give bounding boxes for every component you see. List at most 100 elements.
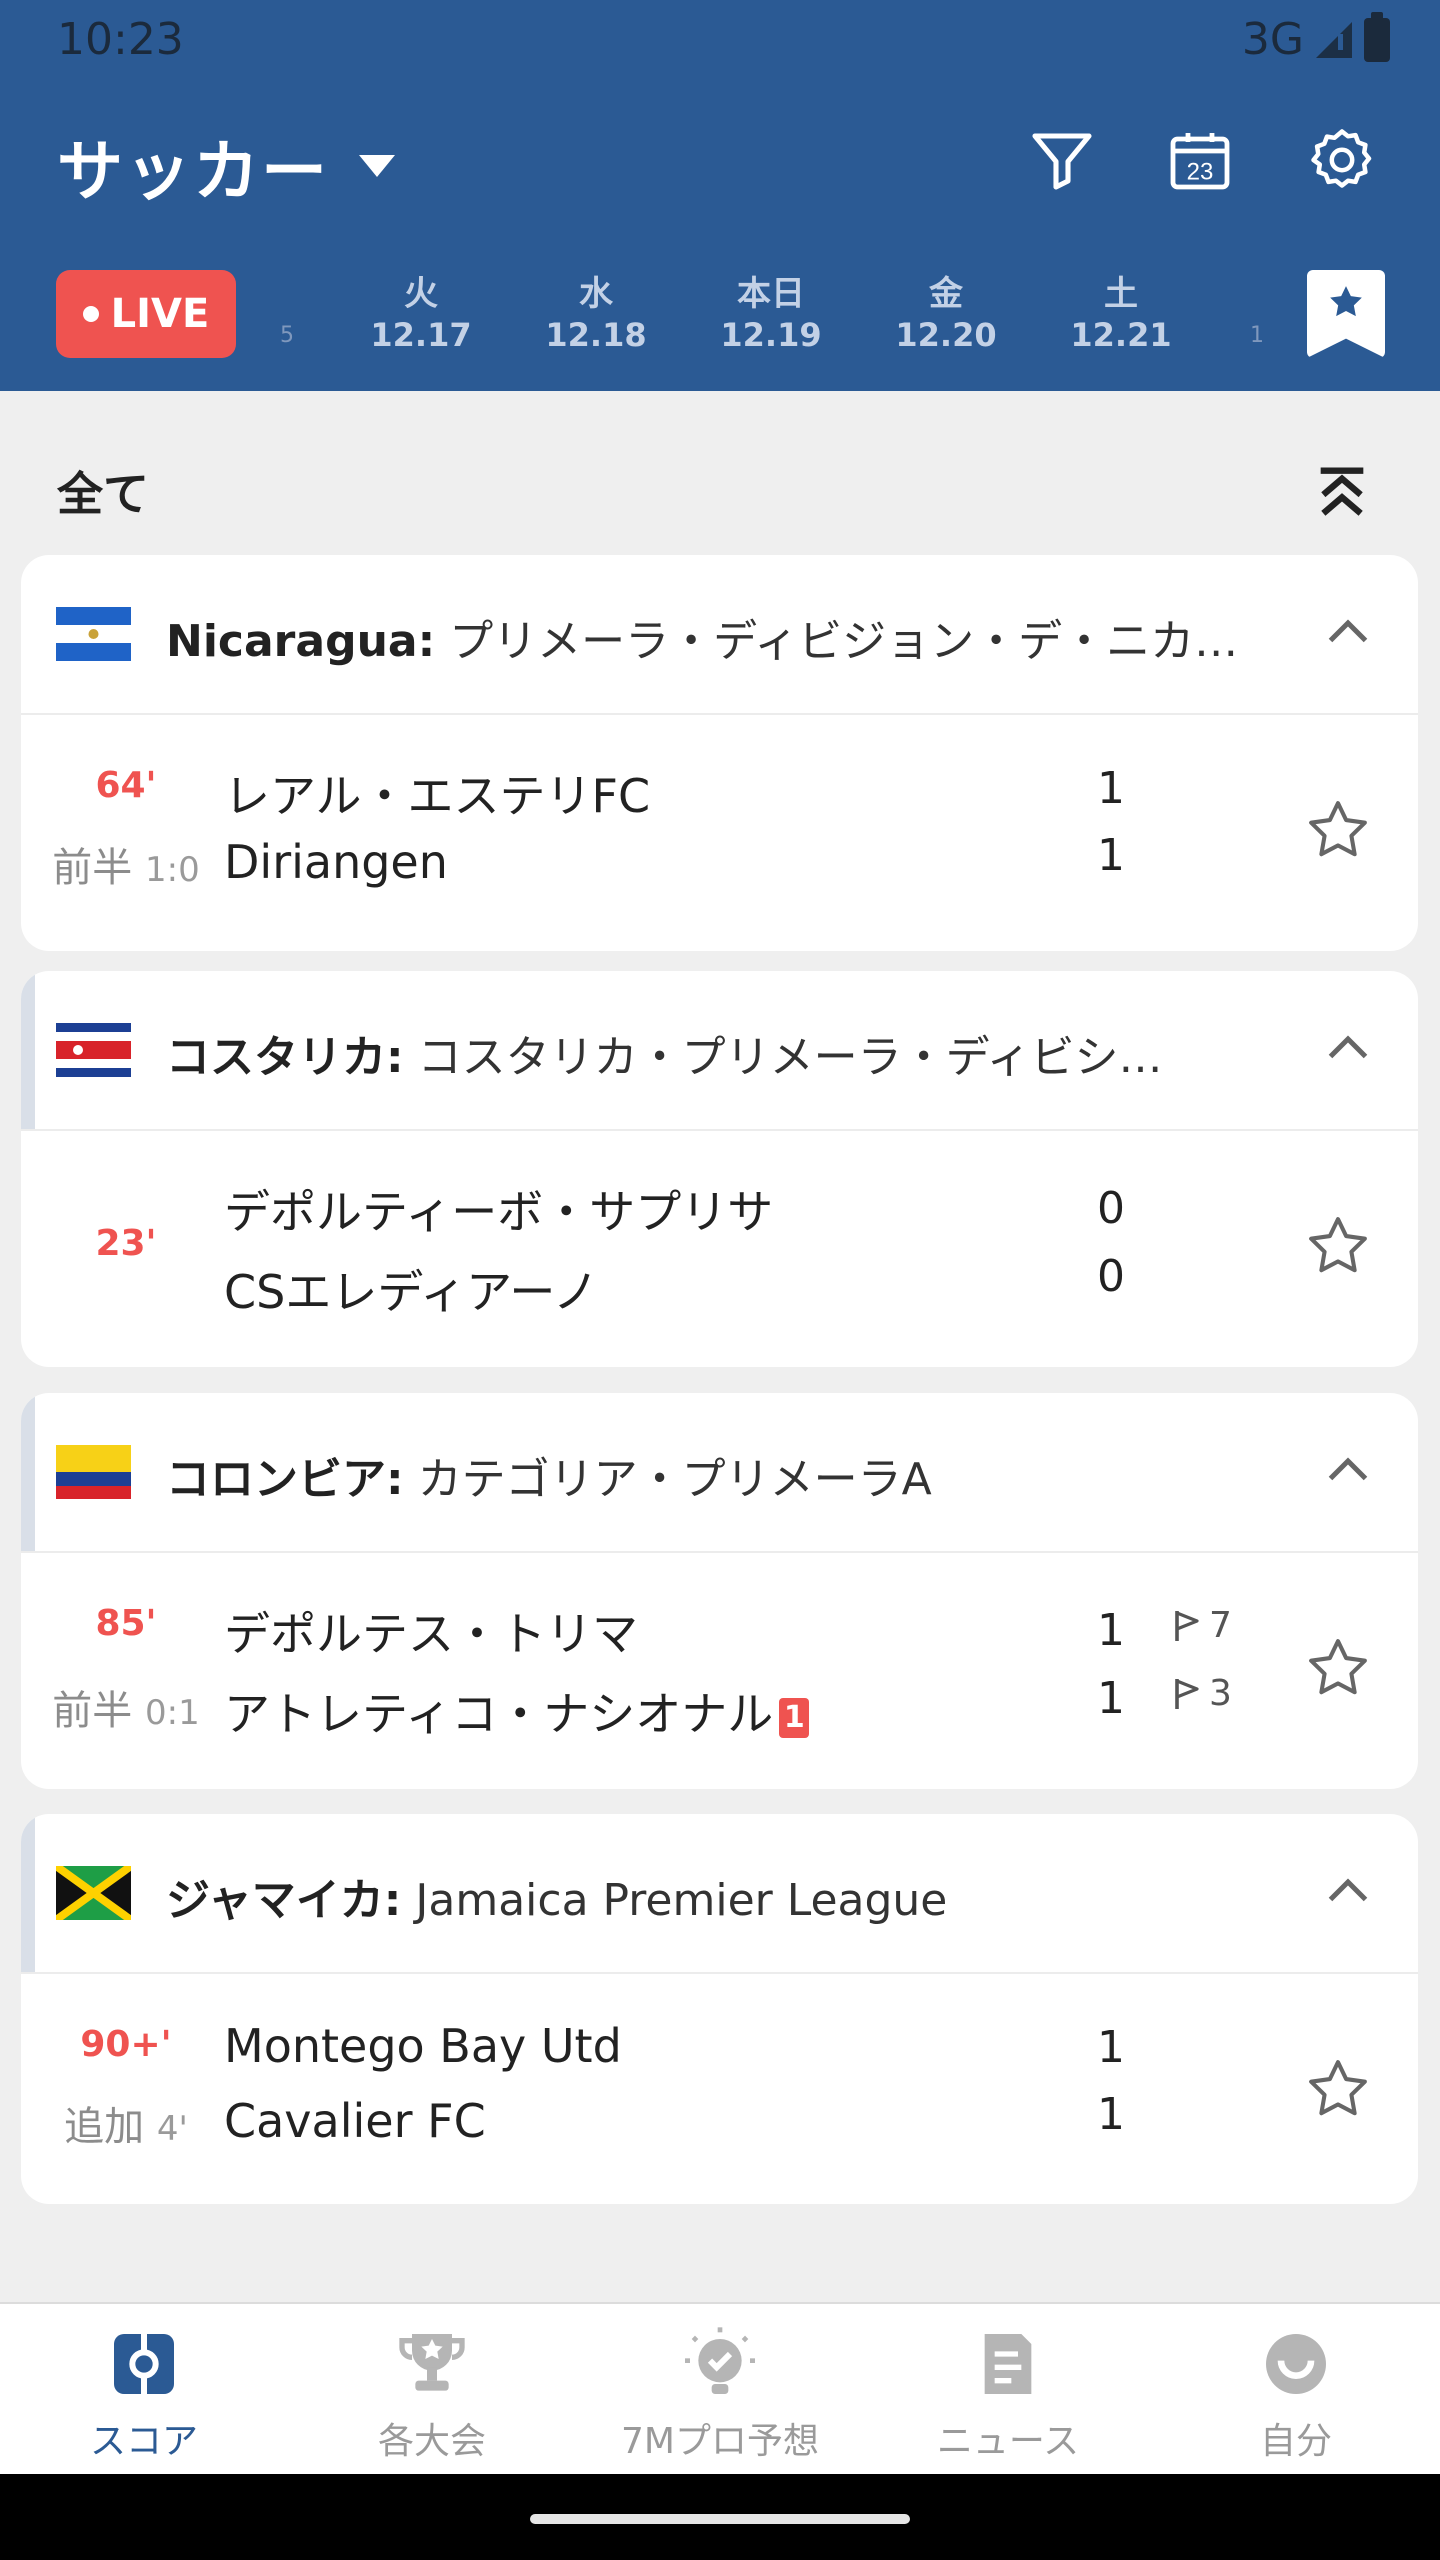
league-name: プリメーラ・ディビジョン・デ・ニカ…: [449, 616, 1239, 667]
prediction-icon: [685, 2327, 755, 2394]
match-period: 前半 0:1: [21, 1678, 231, 1736]
network-type: 3G: [1241, 14, 1304, 65]
date-tab-edge-left: 5: [280, 323, 294, 348]
date-tab-date: 12.17: [370, 316, 472, 354]
home-corner-count: 7: [1209, 1605, 1232, 1646]
home-indicator[interactable]: [530, 2514, 910, 2524]
home-team: Montego Bay Utd: [224, 2019, 622, 2073]
favorite-star-icon[interactable]: [1303, 1211, 1373, 1281]
nav-label: 7Mプロ予想: [621, 2421, 819, 2462]
chevron-up-icon[interactable]: [1318, 1019, 1378, 1079]
period-label: 前半: [52, 1688, 133, 1734]
chevron-up-icon[interactable]: [1318, 603, 1378, 663]
favorite-star-icon[interactable]: [1303, 795, 1373, 865]
red-card-badge: 1: [779, 1697, 810, 1738]
calendar-button[interactable]: 23: [1160, 120, 1240, 200]
date-tab[interactable]: 火 12.17: [351, 275, 491, 357]
league-name: Jamaica Premier League: [415, 1875, 948, 1926]
away-score: 0: [1097, 1251, 1125, 1302]
away-score: 1: [1097, 2089, 1125, 2140]
trophy-icon: [399, 2334, 465, 2391]
home-corners: 7: [1171, 1605, 1232, 1646]
dropdown-caret-icon: [359, 155, 395, 177]
date-tab-date: 12.20: [895, 316, 997, 354]
league-card: コロンビア: カテゴリア・プリメーラA 85' 前半 0:1 デポルテス・トリマ…: [21, 1393, 1418, 1789]
match-minute: 23': [95, 1223, 157, 1264]
away-team: アトレティコ・ナシオナル 1: [224, 1678, 810, 1744]
settings-icon: [1311, 129, 1372, 188]
score-icon: [114, 2334, 174, 2394]
away-corner-count: 3: [1209, 1673, 1232, 1714]
nav-label: ニュース: [936, 2421, 1080, 2462]
match-row[interactable]: 90+' 追加 4' Montego Bay Utd Cavalier FC 1…: [21, 1974, 1418, 2204]
favorite-star-icon[interactable]: [1303, 2054, 1373, 2124]
league-header[interactable]: コロンビア: カテゴリア・プリメーラA: [21, 1393, 1418, 1553]
section-title: 全て: [57, 467, 149, 521]
favorites-button[interactable]: [1307, 270, 1385, 358]
added-time: 4': [156, 2109, 188, 2149]
match-minute: 64': [95, 765, 157, 806]
match-minute: 85': [95, 1603, 157, 1644]
nav-news[interactable]: ニュース: [864, 2324, 1152, 2464]
corner-flag-icon: [1175, 1678, 1199, 1709]
date-tab-dow: 水: [579, 274, 613, 314]
away-score: 1: [1097, 1673, 1125, 1724]
signal-icon: [1316, 21, 1352, 58]
chevron-up-icon[interactable]: [1318, 1441, 1378, 1501]
nicaragua-flag-icon: [56, 607, 131, 661]
home-score: 1: [1097, 2022, 1125, 2073]
home-score: 0: [1097, 1183, 1125, 1234]
status-time: 10:23: [57, 14, 184, 65]
date-tab-dow: 土: [1104, 274, 1138, 314]
nav-predictions[interactable]: 7Mプロ予想: [576, 2324, 864, 2464]
date-tab[interactable]: 金 12.20: [876, 275, 1016, 357]
date-tab[interactable]: 水 12.18: [526, 275, 666, 357]
league-card: コスタリカ: コスタリカ・プリメーラ・ディビシ… 23' デポルティーボ・サプリ…: [21, 971, 1418, 1367]
app-header: 10:23 3G サッカー 23 LIVE 5 火 12.17 水 12.18: [0, 0, 1440, 391]
date-tab-today[interactable]: 本日 12.19: [701, 275, 841, 357]
league-card: ジャマイカ: Jamaica Premier League 90+' 追加 4'…: [21, 1814, 1418, 2204]
nav-profile[interactable]: 自分: [1152, 2324, 1440, 2464]
date-tab[interactable]: 土 12.21: [1051, 275, 1191, 357]
corner-flag-icon: [1175, 1610, 1199, 1641]
filter-button[interactable]: [1022, 120, 1102, 200]
date-tabs: LIVE 5 火 12.17 水 12.18 本日 12.19 金 12.20 …: [0, 265, 1440, 365]
league-name: カテゴリア・プリメーラA: [417, 1454, 932, 1505]
chevron-up-icon[interactable]: [1318, 1862, 1378, 1922]
league-country: コロンビア:: [166, 1454, 404, 1505]
match-row[interactable]: 23' デポルティーボ・サプリサ CSエレディアーノ 0 0: [21, 1131, 1418, 1367]
halftime-score: 0:1: [145, 1693, 200, 1733]
nav-tournaments[interactable]: 各大会: [288, 2324, 576, 2464]
match-row[interactable]: 85' 前半 0:1 デポルテス・トリマ アトレティコ・ナシオナル 1 1 1 7…: [21, 1553, 1418, 1789]
league-name: コスタリカ・プリメーラ・ディビシ…: [417, 1032, 1163, 1083]
date-tab-dow: 金: [929, 274, 963, 314]
sport-selector[interactable]: サッカー: [57, 118, 395, 214]
league-country: コスタリカ:: [166, 1032, 404, 1083]
league-header[interactable]: ジャマイカ: Jamaica Premier League: [21, 1814, 1418, 1974]
league-country: ジャマイカ:: [166, 1875, 402, 1926]
match-period: 前半 1:0: [21, 835, 231, 893]
nav-label: 各大会: [377, 2421, 486, 2462]
period-label: 追加: [64, 2104, 145, 2150]
date-tab-dow: 火: [404, 274, 438, 314]
jamaica-flag-icon: [56, 1866, 131, 1920]
collapse-all-icon[interactable]: [1310, 460, 1374, 524]
halftime-score: 1:0: [145, 850, 200, 890]
league-title: Nicaragua: プリメーラ・ディビジョン・デ・ニカ…: [166, 605, 1276, 669]
favorite-star-icon[interactable]: [1303, 1633, 1373, 1703]
live-button[interactable]: LIVE: [56, 270, 236, 358]
bottom-navigation: スコア 各大会 7Mプロ予想 ニュース 自分: [0, 2302, 1440, 2474]
home-score: 1: [1097, 1605, 1125, 1656]
nav-score[interactable]: スコア: [0, 2324, 288, 2464]
calendar-day: 23: [1187, 159, 1214, 186]
league-header[interactable]: コスタリカ: コスタリカ・プリメーラ・ディビシ…: [21, 971, 1418, 1131]
league-header[interactable]: Nicaragua: プリメーラ・ディビジョン・デ・ニカ…: [21, 555, 1418, 715]
away-team: Cavalier FC: [224, 2094, 486, 2148]
page-title: サッカー: [57, 133, 329, 210]
costa-rica-flag-icon: [56, 1023, 131, 1077]
date-tab-dow: 本日: [737, 274, 805, 314]
match-row[interactable]: 64' 前半 1:0 レアル・エステリFC Diriangen 1 1: [21, 715, 1418, 951]
calendar-icon: 23: [1170, 133, 1230, 190]
settings-button[interactable]: [1302, 120, 1382, 200]
live-label: LIVE: [110, 291, 210, 337]
